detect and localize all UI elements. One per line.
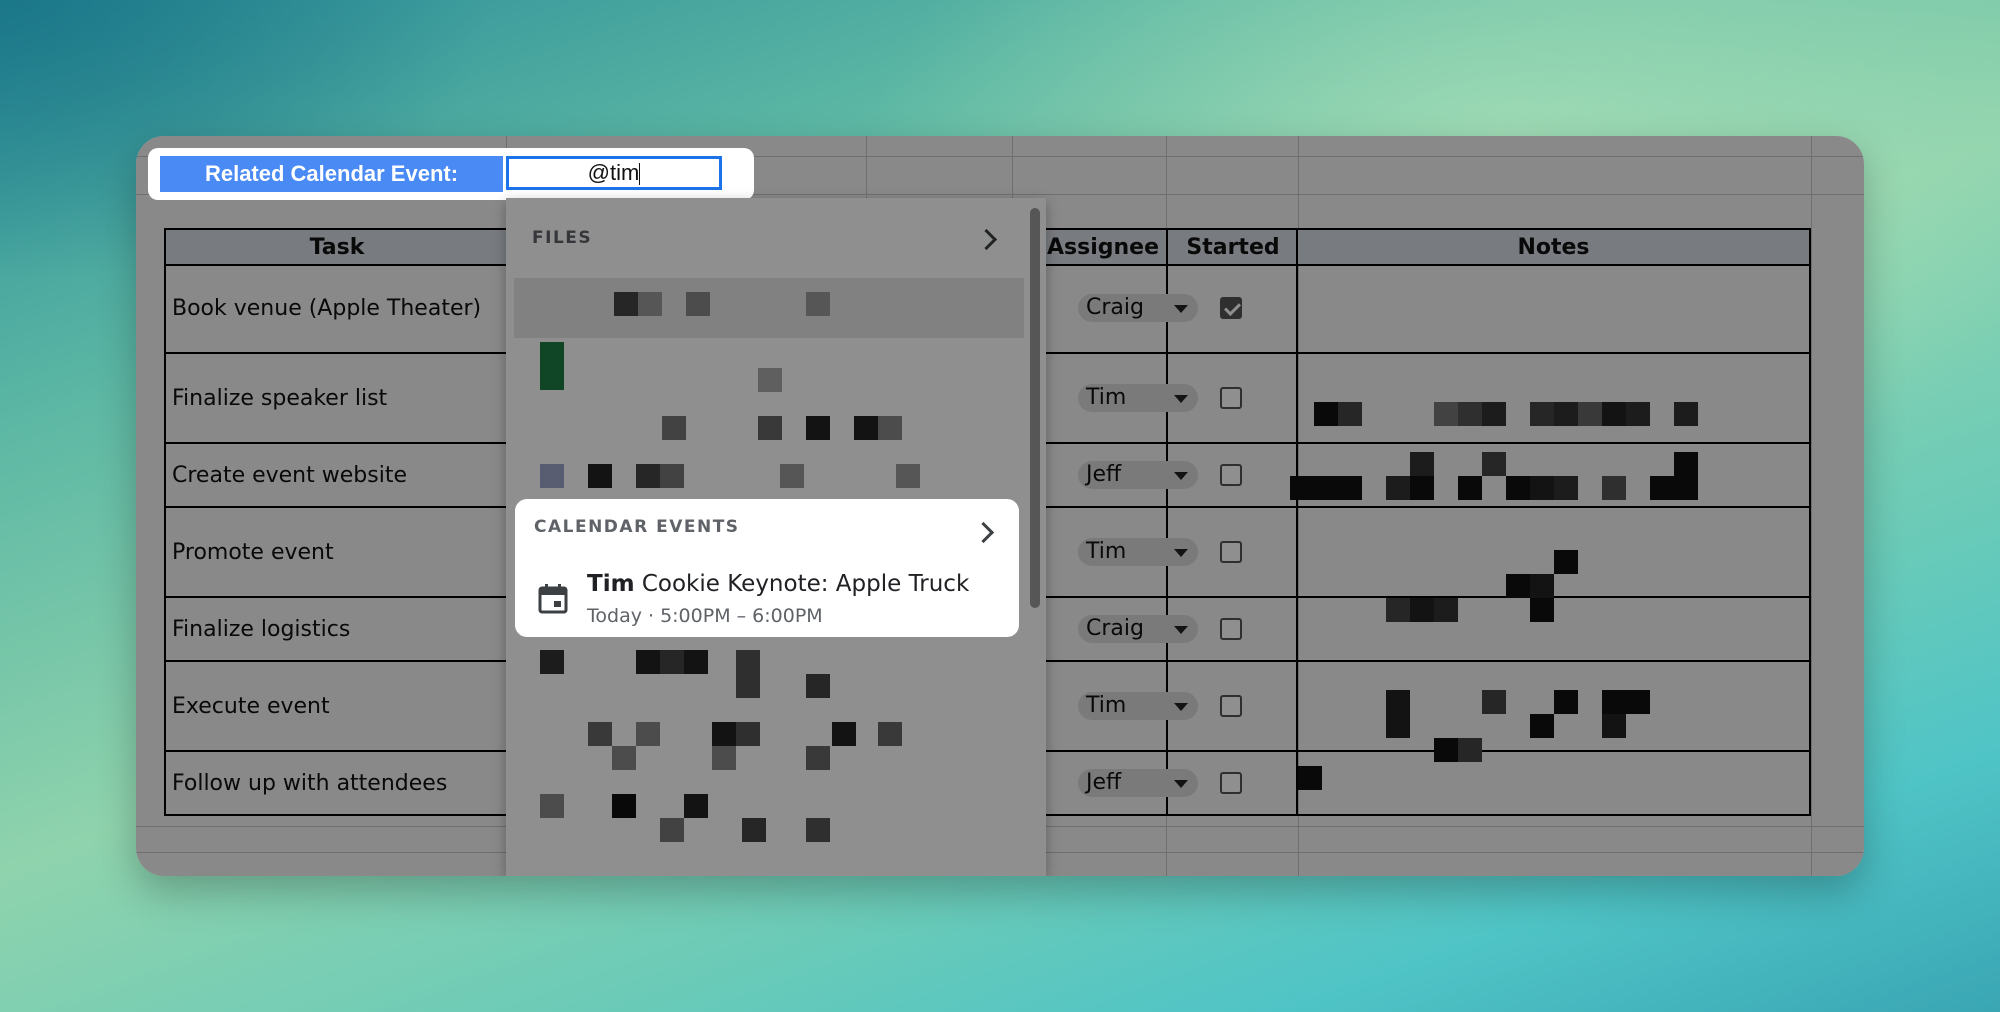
chevron-right-icon[interactable] [972, 521, 995, 544]
calendar-events-card: CALENDAR EVENTS Tim Cookie Keynote: Appl… [515, 499, 1019, 637]
related-event-input[interactable]: @tim [506, 156, 722, 190]
text-cursor [639, 163, 641, 186]
spreadsheet-grid: Task Assignee Started Notes Book venue (… [136, 136, 1864, 876]
event-time: Today · 5:00PM – 6:00PM [587, 605, 823, 627]
spreadsheet-window: Task Assignee Started Notes Book venue (… [136, 136, 1864, 876]
calendar-icon [538, 584, 568, 614]
calendar-section-title: CALENDAR EVENTS [534, 517, 740, 537]
calendar-event-suggestion[interactable]: Tim Cookie Keynote: Apple Truck [587, 571, 969, 597]
event-title-match: Tim [587, 571, 635, 597]
event-title-rest: Cookie Keynote: Apple Truck [634, 571, 970, 597]
related-event-label: Related Calendar Event: [160, 156, 503, 192]
input-value: @tim [587, 160, 640, 185]
